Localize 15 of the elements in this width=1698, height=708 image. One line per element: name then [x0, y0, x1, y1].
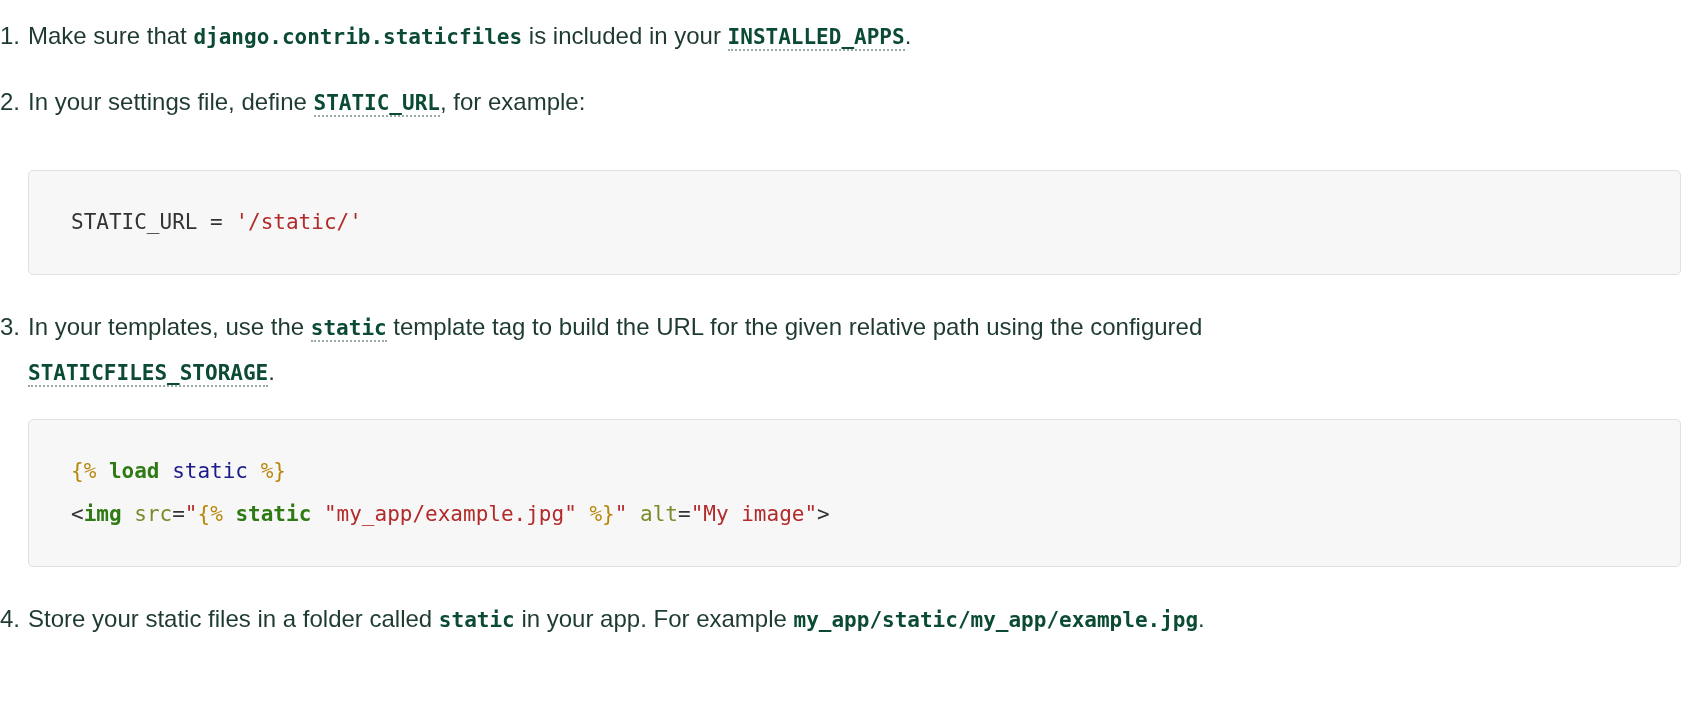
step-text: Make sure that django.contrib.staticfiles is included in your INSTALLED_APPS.: [28, 21, 913, 53]
code-link[interactable]: STATIC_URL: [313, 91, 440, 117]
step-text: Store your static files in a folder called static in your app. For example my_app/static/my_app/example.jpg.: [28, 604, 1206, 634]
code-line: <img src="{% static "my_app/example.jpg" %}" alt="My image">: [71, 501, 831, 528]
list-number: 1.: [0, 21, 21, 51]
code-link[interactable]: STATICFILES_STORAGE: [28, 361, 269, 387]
step-text: In your settings file, define STATIC_URL, for example:: [28, 87, 587, 119]
list-number: 4.: [0, 604, 21, 634]
code-link[interactable]: INSTALLED_APPS: [727, 25, 905, 51]
code-line: STATIC_URL = '/static/': [71, 209, 363, 236]
code-line: {% load static %}: [71, 458, 287, 485]
list-number: 3.: [0, 312, 21, 342]
code-link[interactable]: static: [310, 316, 387, 342]
step-text: In your templates, use the static template tag to build the URL for the given relative path using the configured STATICFILES_STORAGE.: [28, 312, 1204, 389]
list-number: 2.: [0, 87, 21, 117]
